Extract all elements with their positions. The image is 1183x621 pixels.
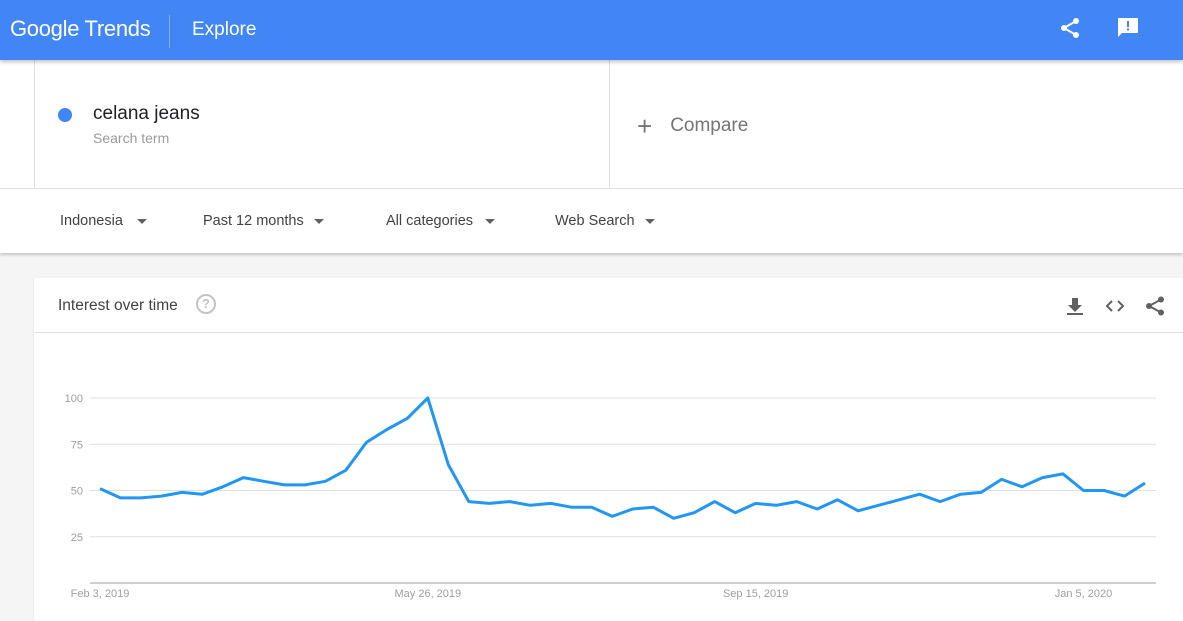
series-line bbox=[99, 396, 1146, 520]
plus-icon: + bbox=[637, 111, 653, 141]
search-term[interactable]: celana jeans bbox=[93, 103, 200, 125]
filter-label: Past 12 months bbox=[203, 213, 304, 229]
compare-button[interactable]: + Compare bbox=[637, 111, 749, 141]
interest-line-chart[interactable]: 25 50 75 100 Feb 3, 2019 May 26, 2019 Sep 15, … bbox=[34, 278, 1183, 621]
feedback-icon[interactable] bbox=[1116, 16, 1140, 40]
top-app-bar: Google Trends Explore bbox=[0, 0, 1183, 60]
compare-label: Compare bbox=[670, 115, 749, 136]
filter-label: Indonesia bbox=[60, 213, 123, 229]
filter-label: Web Search bbox=[555, 213, 635, 229]
search-term-card[interactable]: celana jeans Search term bbox=[34, 60, 610, 188]
y-tick-label: 50 bbox=[71, 486, 83, 498]
header-divider bbox=[169, 15, 170, 48]
filter-label: All categories bbox=[386, 213, 474, 229]
filter-bar: Indonesia Past 12 months All categories … bbox=[0, 188, 1183, 253]
dropdown-caret-icon bbox=[485, 218, 496, 224]
x-tick-label: Feb 3, 2019 bbox=[71, 588, 130, 600]
x-tick-label: Jan 5, 2020 bbox=[1055, 588, 1113, 600]
filter-category-dropdown[interactable]: All categories bbox=[386, 213, 496, 229]
interest-over-time-card: Interest over time ? 25 50 75 100 Feb 3, 201… bbox=[34, 278, 1183, 621]
dropdown-caret-icon bbox=[644, 218, 655, 224]
search-panel: celana jeans Search term + Compare Indon… bbox=[0, 60, 1183, 253]
share-icon[interactable] bbox=[1058, 16, 1082, 40]
filter-search-type-dropdown[interactable]: Web Search bbox=[555, 213, 655, 229]
y-tick-label: 75 bbox=[71, 439, 83, 451]
google-trends-logo[interactable]: Google Trends bbox=[10, 16, 151, 42]
y-tick-label: 100 bbox=[65, 393, 83, 405]
search-term-type: Search term bbox=[93, 130, 170, 146]
filter-time-dropdown[interactable]: Past 12 months bbox=[203, 213, 324, 229]
filter-region-dropdown[interactable]: Indonesia bbox=[60, 213, 147, 229]
dropdown-caret-icon bbox=[313, 218, 324, 224]
term-color-dot bbox=[58, 108, 72, 122]
page-title: Explore bbox=[192, 19, 257, 40]
x-tick-label: May 26, 2019 bbox=[395, 588, 462, 600]
dropdown-caret-icon bbox=[136, 218, 147, 224]
y-tick-label: 25 bbox=[71, 532, 83, 544]
x-tick-label: Sep 15, 2019 bbox=[723, 588, 788, 600]
